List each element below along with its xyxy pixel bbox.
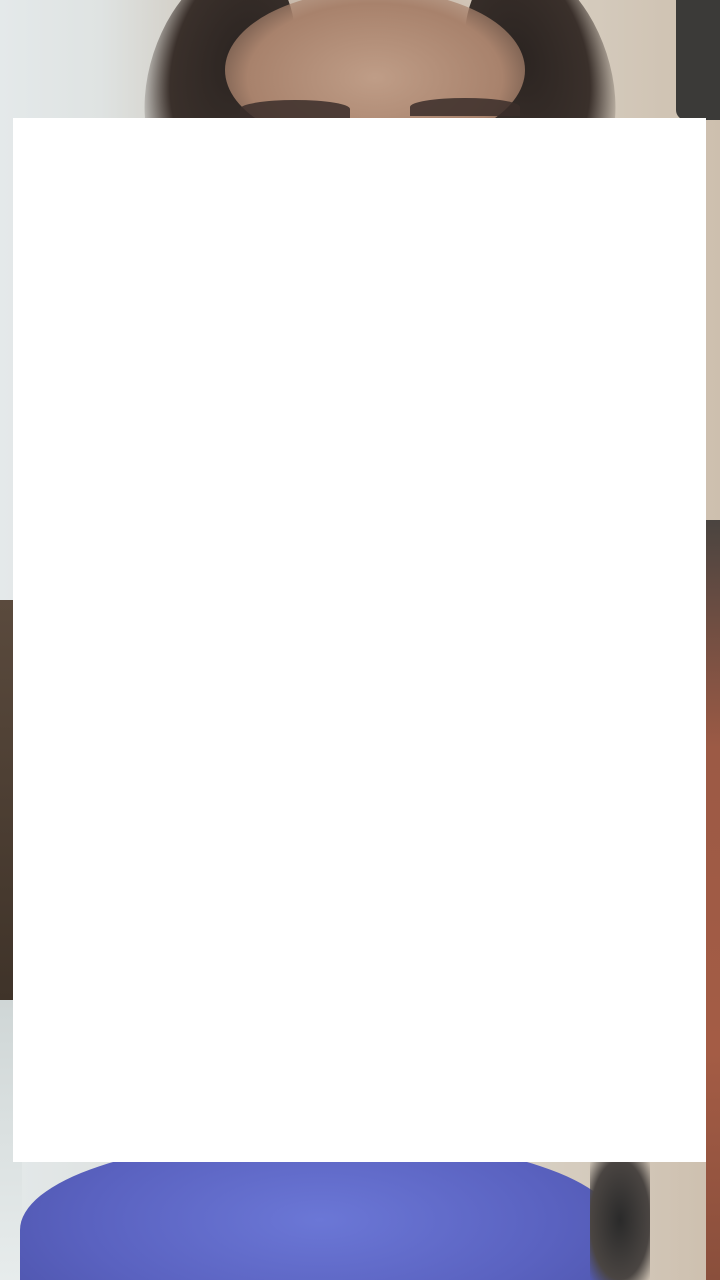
background-object bbox=[590, 1160, 650, 1280]
screen bbox=[0, 0, 720, 1280]
eyebrow-right bbox=[410, 98, 520, 116]
background-door bbox=[676, 0, 720, 120]
eyebrow-left bbox=[240, 100, 350, 118]
background-left-shadow bbox=[0, 600, 14, 1000]
content-panel bbox=[13, 118, 706, 1162]
background-right-wall bbox=[706, 520, 720, 1280]
